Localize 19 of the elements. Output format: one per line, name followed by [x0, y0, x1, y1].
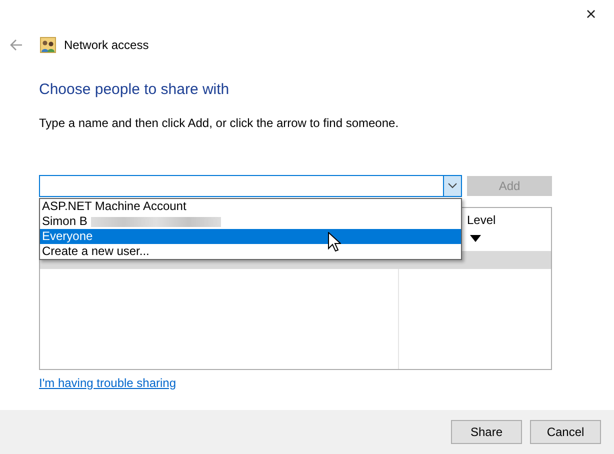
dropdown-button[interactable] [443, 176, 461, 196]
column-header: Level [467, 212, 497, 229]
cancel-button[interactable]: Cancel [530, 420, 601, 444]
trouble-link[interactable]: I'm having trouble sharing [39, 374, 176, 392]
caret-icon [470, 235, 481, 242]
dropdown-option[interactable]: Simon B [40, 214, 461, 229]
cursor-icon [328, 232, 341, 252]
chevron-icon [448, 183, 457, 189]
window-title: Network access [64, 37, 149, 54]
instruction-text: Type a name and then click Add, or click the arrow to find someone. [39, 116, 400, 131]
dropdown-option[interactable]: Create a new user... [40, 244, 461, 259]
share-button[interactable]: Share [451, 420, 522, 444]
dropdown-option[interactable]: Everyone [40, 229, 461, 244]
name-combo-box[interactable] [39, 175, 462, 197]
back-button[interactable] [8, 37, 24, 53]
heading: Choose people to share with [39, 80, 230, 100]
close-button[interactable]: × [568, 0, 614, 28]
people-icon [40, 37, 56, 53]
dropdown-option[interactable]: ASP.NET Machine Account [40, 199, 461, 214]
